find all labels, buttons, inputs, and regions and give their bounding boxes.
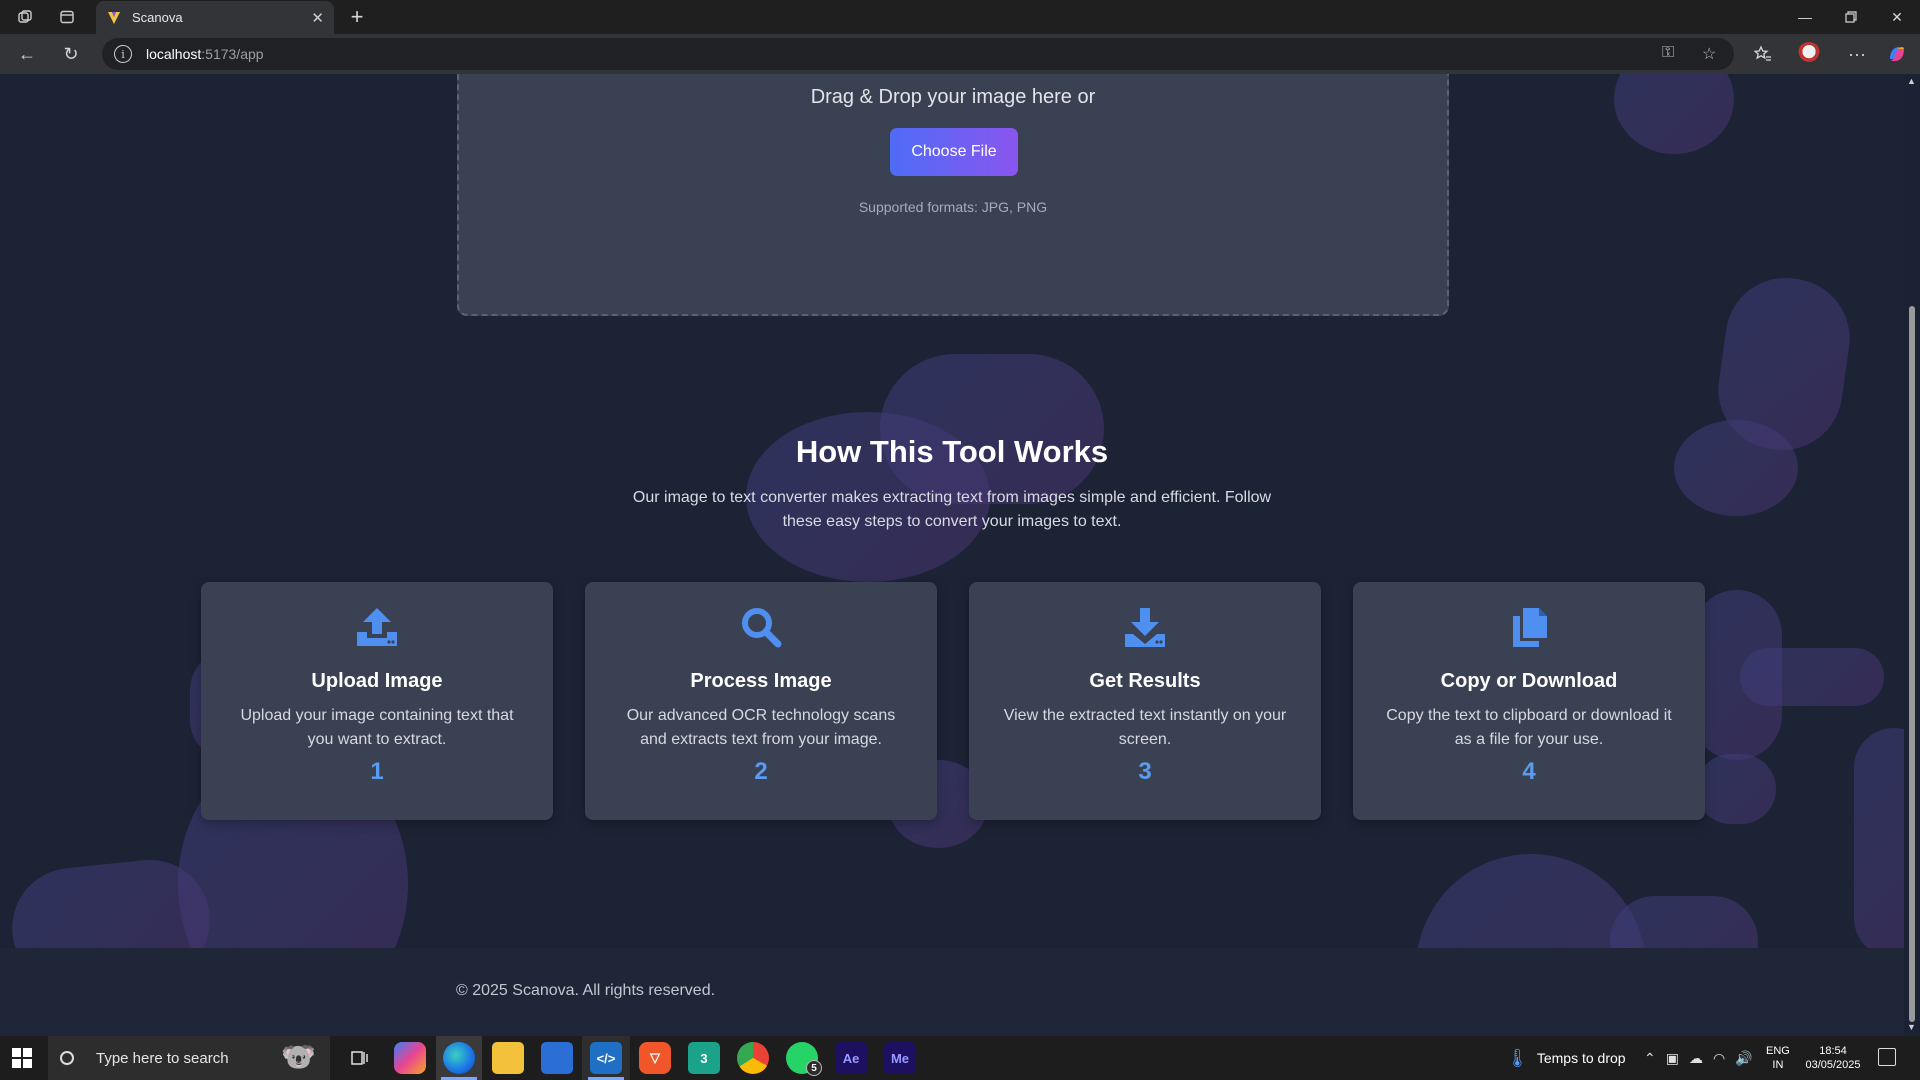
copilot-sidebar-icon[interactable] xyxy=(1882,40,1912,68)
file-explorer-icon[interactable] xyxy=(492,1042,524,1074)
dropzone-text: Drag & Drop your image here or xyxy=(810,86,1096,108)
step-number: 4 xyxy=(1522,758,1536,785)
site-info-icon[interactable]: i xyxy=(114,45,132,63)
choose-file-button[interactable]: Choose File xyxy=(890,128,1018,176)
step-description: Copy the text to clipboard or download i… xyxy=(1386,707,1672,748)
page-content: Drag & Drop your image here or Choose Fi… xyxy=(0,74,1904,1036)
search-icon xyxy=(60,1051,74,1065)
step-title: Upload Image xyxy=(311,670,443,692)
browser-tab-scanova[interactable]: Scanova ✕ xyxy=(96,1,334,34)
clock-date: 03/05/2025 xyxy=(1805,1059,1861,1071)
refresh-button[interactable]: ↻ xyxy=(56,40,86,68)
browser-titlebar: Scanova ✕ + — ✕ xyxy=(0,0,1920,34)
image-dropzone[interactable]: Drag & Drop your image here or Choose Fi… xyxy=(457,74,1449,316)
step-title: Process Image xyxy=(690,670,832,692)
scroll-down-icon[interactable]: ▼ xyxy=(1907,1022,1916,1032)
thermometer-icon: 🌡 xyxy=(1506,1047,1529,1068)
restore-button[interactable] xyxy=(1828,0,1874,34)
chevron-up-icon[interactable]: ⌃ xyxy=(1644,1050,1656,1067)
weather-text: Temps to drop xyxy=(1536,1050,1626,1066)
how-it-works-title: How This Tool Works xyxy=(795,434,1109,469)
decor-blob xyxy=(1696,754,1776,824)
weather-widget[interactable]: 🌡 Temps to drop xyxy=(1506,1036,1626,1080)
notification-center-icon[interactable] xyxy=(1878,1048,1896,1066)
meet-now-icon[interactable]: ▣ xyxy=(1666,1050,1679,1067)
page-scrollbar[interactable]: ▲ ▼ xyxy=(1904,74,1920,1036)
brave-app-icon[interactable]: ▽ xyxy=(639,1042,671,1074)
close-window-button[interactable]: ✕ xyxy=(1874,0,1920,34)
after-effects-icon[interactable]: Ae xyxy=(835,1042,867,1074)
address-bar[interactable]: i localhost:5173/app ⚿ ☆ xyxy=(102,38,1734,70)
step-card-upload: Upload Image Upload your image containin… xyxy=(201,582,553,820)
step-card-results: Get Results View the extracted text inst… xyxy=(969,582,1321,820)
close-tab-icon[interactable]: ✕ xyxy=(311,9,324,27)
copy-icon xyxy=(1513,608,1547,647)
workspaces-icon[interactable] xyxy=(12,4,38,30)
search-icon xyxy=(742,608,782,648)
step-description: Upload your image containing text that y… xyxy=(240,707,514,748)
scroll-up-icon[interactable]: ▲ xyxy=(1907,76,1916,86)
back-button[interactable]: ← xyxy=(12,40,42,68)
tab-actions-icon[interactable] xyxy=(54,4,80,30)
chrome-app-icon[interactable] xyxy=(737,1042,769,1074)
site-footer: © 2025 Scanova. All rights reserved. xyxy=(0,948,1904,1036)
taskbar-search-placeholder: Type here to search xyxy=(96,1049,229,1067)
decor-blob xyxy=(1614,74,1734,154)
vscode-app-icon[interactable]: </> xyxy=(590,1042,622,1074)
upload-icon xyxy=(357,608,397,646)
download-icon xyxy=(1125,608,1165,647)
key-icon[interactable]: ⚿ xyxy=(1662,44,1674,62)
decor-blob xyxy=(1854,728,1904,958)
edge-app-icon[interactable] xyxy=(443,1042,475,1074)
koala-search-highlight-icon: 🐨 xyxy=(281,1041,316,1072)
region-code: IN xyxy=(1772,1059,1784,1071)
step-description: Our advanced OCR technology scans and ex… xyxy=(626,707,896,748)
browser-toolbar: ← ↻ i localhost:5173/app ⚿ ☆ ··· xyxy=(0,34,1920,74)
taskbar-search-box[interactable]: Type here to search 🐨 xyxy=(48,1036,330,1080)
whatsapp-app-icon[interactable]: 5 xyxy=(786,1042,822,1076)
wifi-icon[interactable]: ◠ xyxy=(1713,1050,1725,1067)
decor-blob xyxy=(1740,648,1884,706)
step-number: 2 xyxy=(754,758,768,785)
microsoft-store-icon[interactable] xyxy=(541,1042,573,1074)
step-card-copy: Copy or Download Copy the text to clipbo… xyxy=(1353,582,1705,820)
language-code: ENG xyxy=(1766,1045,1790,1057)
system-tray: ⌃ ▣ ☁ ◠ 🔊 xyxy=(1644,1036,1753,1080)
step-title: Get Results xyxy=(1089,670,1201,692)
volume-icon[interactable]: 🔊 xyxy=(1735,1050,1752,1067)
scanova-favicon-icon xyxy=(108,11,120,24)
taskbar-clock[interactable]: 18:54 03/05/2025 xyxy=(1800,1044,1866,1072)
task-view-icon[interactable] xyxy=(344,1042,376,1074)
tab-title: Scanova xyxy=(132,10,183,25)
profile-avatar[interactable] xyxy=(1794,40,1824,68)
scroll-thumb[interactable] xyxy=(1909,306,1915,1022)
minimize-button[interactable]: — xyxy=(1782,0,1828,34)
favorites-icon[interactable] xyxy=(1748,40,1778,68)
url-path: :5173/app xyxy=(201,46,264,62)
copyright-text: © 2025 Scanova. All rights reserved. xyxy=(456,982,716,999)
how-it-works-description: Our image to text converter makes extrac… xyxy=(632,489,1272,530)
copilot-app-icon[interactable] xyxy=(394,1042,426,1074)
windows-start-icon[interactable] xyxy=(12,1048,32,1068)
favorite-star-icon[interactable]: ☆ xyxy=(1702,44,1716,64)
step-title: Copy or Download xyxy=(1440,670,1618,692)
new-tab-button[interactable]: + xyxy=(344,4,370,30)
step-card-process: Process Image Our advanced OCR technolog… xyxy=(585,582,937,820)
step-number: 1 xyxy=(370,758,384,785)
media-encoder-icon[interactable]: Me xyxy=(884,1042,916,1074)
onedrive-cloud-icon[interactable]: ☁ xyxy=(1689,1050,1703,1067)
whatsapp-badge: 5 xyxy=(806,1060,822,1076)
step-description: View the extracted text instantly on you… xyxy=(1003,707,1287,748)
app-icon[interactable]: 3 xyxy=(688,1042,720,1074)
windows-taskbar: Type here to search 🐨 </> ▽ 3 5 Ae Me 🌡 … xyxy=(0,1036,1920,1080)
supported-formats-text: Supported formats: JPG, PNG xyxy=(858,199,1048,215)
input-language[interactable]: ENG IN xyxy=(1766,1044,1790,1072)
step-number: 3 xyxy=(1138,758,1152,785)
url-host: localhost xyxy=(146,46,202,62)
clock-time: 18:54 xyxy=(1819,1045,1847,1057)
more-options-icon[interactable]: ··· xyxy=(1842,40,1872,68)
